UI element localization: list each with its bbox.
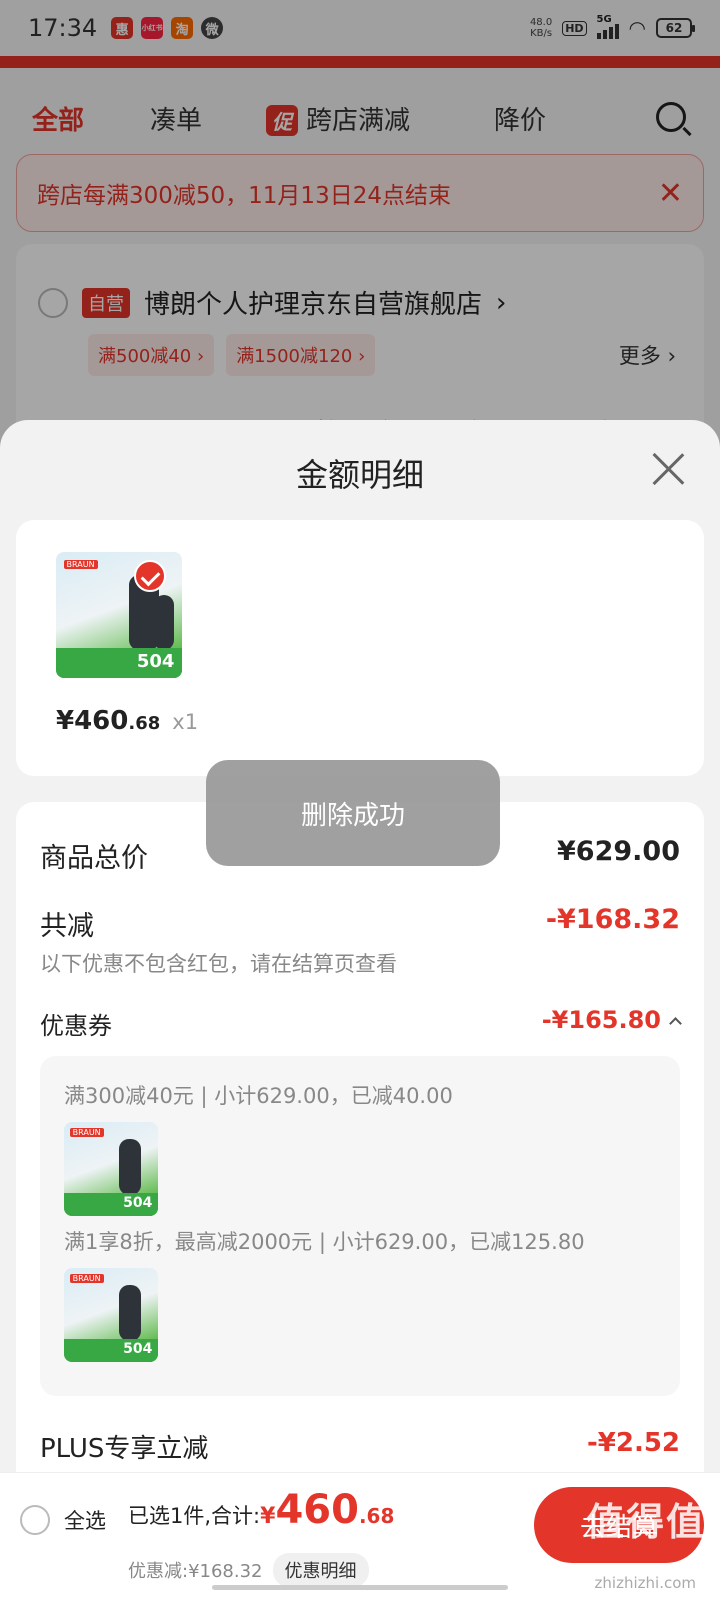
total-summary: 已选1件,合计:¥460.68 bbox=[128, 1487, 394, 1533]
close-icon[interactable] bbox=[650, 450, 686, 486]
coupon-rule: 满1享8折，最高减2000元 | 小计629.00，已减125.80 bbox=[64, 1230, 585, 1254]
coupon-details: 满300减40元 | 小计629.00，已减40.00 BRAUN 504 满1… bbox=[40, 1056, 680, 1396]
item-price: ¥460.68 x1 bbox=[56, 706, 199, 736]
plus-discount-label: PLUS专享立减 bbox=[40, 1434, 209, 1464]
goods-total-value: ¥629.00 bbox=[557, 836, 680, 867]
product-thumbnail: BRAUN 504 bbox=[64, 1268, 158, 1362]
watermark-url: zhizhizhi.com bbox=[594, 1574, 696, 1592]
check-icon bbox=[134, 560, 166, 592]
amount-detail-sheet: 金额明细 BRAUN 504 ¥460.68 x1 商品总价 ¥629.00 共减… bbox=[0, 420, 720, 1600]
select-all-label: 全选 bbox=[64, 1509, 106, 1533]
coupon-rule: 满300减40元 | 小计629.00，已减40.00 bbox=[64, 1084, 453, 1108]
coupon-label: 优惠券 bbox=[40, 1012, 112, 1040]
sheet-title: 金额明细 bbox=[295, 456, 424, 494]
watermark-logo: 值得值 bbox=[585, 1500, 706, 1544]
discount-note: 以下优惠不包含红包，请在结算页查看 bbox=[40, 952, 397, 976]
coupon-value: -¥165.80 bbox=[541, 1006, 661, 1034]
coupon-toggle[interactable]: -¥165.80 bbox=[541, 1006, 682, 1034]
checkout-bar: 全选 已选1件,合计:¥460.68 优惠减:¥168.32 优惠明细 去结算 … bbox=[0, 1472, 720, 1600]
product-thumbnail: BRAUN 504 bbox=[64, 1122, 158, 1216]
plus-discount-value: -¥2.52 bbox=[586, 1428, 680, 1458]
discount-value: -¥168.32 bbox=[545, 904, 680, 935]
saved-amount: 优惠减:¥168.32 优惠明细 bbox=[128, 1553, 369, 1587]
chevron-up-icon bbox=[669, 1017, 682, 1030]
selected-count-text: 已选1件,合计: bbox=[128, 1504, 261, 1528]
discount-label: 共减 bbox=[40, 911, 94, 942]
selected-items-card: BRAUN 504 ¥460.68 x1 bbox=[16, 520, 704, 776]
goods-total-label: 商品总价 bbox=[40, 843, 148, 874]
select-all-checkbox[interactable] bbox=[20, 1505, 50, 1535]
discount-detail-button[interactable]: 优惠明细 bbox=[272, 1553, 369, 1587]
home-indicator[interactable] bbox=[212, 1585, 508, 1590]
select-all[interactable]: 全选 bbox=[20, 1505, 106, 1535]
total-price: ¥460.68 bbox=[260, 1487, 395, 1533]
item-quantity: x1 bbox=[172, 710, 199, 734]
toast-message: 删除成功 bbox=[206, 760, 500, 866]
